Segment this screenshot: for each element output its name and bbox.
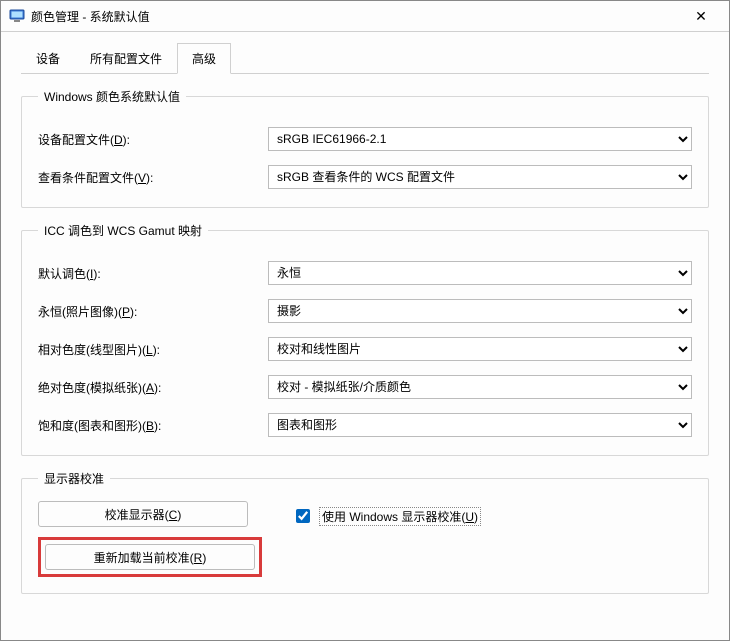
absolute-select[interactable]: 校对 - 模拟纸张/介质颜色 (268, 375, 692, 399)
color-management-window: 颜色管理 - 系统默认值 ✕ 设备 所有配置文件 高级 Windows 颜色系统… (0, 0, 730, 641)
window-title: 颜色管理 - 系统默认值 (31, 8, 681, 25)
group-display-calibration-legend: 显示器校准 (38, 470, 110, 487)
default-rendering-select[interactable]: 永恒 (268, 261, 692, 285)
use-windows-calibration-label[interactable]: 使用 Windows 显示器校准(U) (319, 507, 481, 526)
tab-devices[interactable]: 设备 (21, 43, 75, 74)
dialog-body: 设备 所有配置文件 高级 Windows 颜色系统默认值 设备配置文件(D): … (1, 32, 729, 640)
group-windows-defaults: Windows 颜色系统默认值 设备配置文件(D): sRGB IEC61966… (21, 88, 709, 208)
titlebar: 颜色管理 - 系统默认值 ✕ (1, 1, 729, 32)
absolute-label: 绝对色度(模拟纸张)(A): (38, 379, 268, 396)
group-gamut-mapping-legend: ICC 调色到 WCS Gamut 映射 (38, 222, 208, 239)
group-gamut-mapping: ICC 调色到 WCS Gamut 映射 默认调色(I): 永恒 永恒(照片图像… (21, 222, 709, 456)
reload-calibration-button[interactable]: 重新加载当前校准(R) (45, 544, 255, 570)
relative-label: 相对色度(线型图片)(L): (38, 341, 268, 358)
viewing-profile-label: 查看条件配置文件(V): (38, 169, 268, 186)
device-profile-row: 设备配置文件(D): sRGB IEC61966-2.1 (38, 127, 692, 151)
viewing-profile-row: 查看条件配置文件(V): sRGB 查看条件的 WCS 配置文件 (38, 165, 692, 189)
perceptual-select[interactable]: 摄影 (268, 299, 692, 323)
group-display-calibration: 显示器校准 校准显示器(C) 重新加载当前校准(R) 使用 Windows 显示… (21, 470, 709, 594)
color-management-icon (9, 8, 25, 24)
calibration-buttons: 校准显示器(C) 重新加载当前校准(R) (38, 501, 262, 577)
default-rendering-label: 默认调色(I): (38, 265, 268, 282)
relative-select[interactable]: 校对和线性图片 (268, 337, 692, 361)
reload-calibration-highlight: 重新加载当前校准(R) (38, 537, 262, 577)
viewing-profile-select[interactable]: sRGB 查看条件的 WCS 配置文件 (268, 165, 692, 189)
close-button[interactable]: ✕ (681, 8, 721, 25)
saturation-select[interactable]: 图表和图形 (268, 413, 692, 437)
calibrate-display-button[interactable]: 校准显示器(C) (38, 501, 248, 527)
tab-bar: 设备 所有配置文件 高级 (21, 42, 709, 74)
use-windows-calibration-checkbox[interactable] (296, 509, 310, 523)
perceptual-label: 永恒(照片图像)(P): (38, 303, 268, 320)
device-profile-select[interactable]: sRGB IEC61966-2.1 (268, 127, 692, 151)
saturation-label: 饱和度(图表和图形)(B): (38, 417, 268, 434)
device-profile-label: 设备配置文件(D): (38, 131, 268, 148)
group-windows-defaults-legend: Windows 颜色系统默认值 (38, 88, 186, 105)
tab-advanced[interactable]: 高级 (177, 43, 231, 74)
tab-all-profiles[interactable]: 所有配置文件 (75, 43, 177, 74)
use-windows-calibration-row: 使用 Windows 显示器校准(U) (292, 506, 481, 526)
